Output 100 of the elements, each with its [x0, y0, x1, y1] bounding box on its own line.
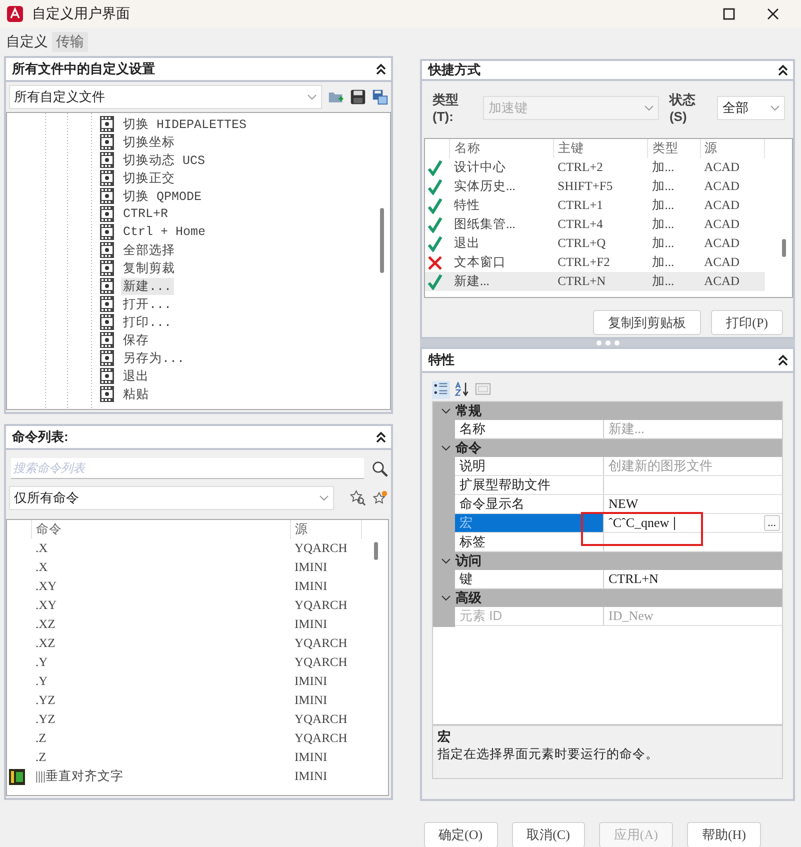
- table-cell-text: CTRL+Q: [556, 235, 607, 252]
- property-name[interactable]: 命令显示名: [455, 495, 604, 513]
- check-icon: [427, 236, 444, 252]
- column-header[interactable]: 名称: [450, 139, 554, 158]
- column-header[interactable]: 命令: [32, 520, 290, 539]
- tree-item[interactable]: 全部选择: [121, 242, 177, 258]
- table-cell-text: ACAD: [703, 178, 740, 195]
- tree-item[interactable]: 打印...: [121, 314, 174, 330]
- collapse-icon[interactable]: [777, 64, 789, 76]
- table-cell-text: IMINI: [294, 768, 328, 785]
- table-cell-text: CTRL+1: [556, 197, 604, 214]
- property-value[interactable]: ˆCˆC_qnew: [608, 514, 670, 532]
- tree-item[interactable]: 复制剪裁: [121, 260, 177, 276]
- table-cell-text: YQARCH: [294, 711, 348, 728]
- button[interactable]: 取消(C): [512, 822, 585, 847]
- column-header[interactable]: 主键: [554, 139, 648, 158]
- table-cell-text: 图纸集管...: [452, 216, 516, 233]
- collapse-icon[interactable]: [375, 431, 388, 443]
- button[interactable]: 复制到剪贴板: [593, 310, 702, 335]
- star-search-icon[interactable]: [350, 490, 366, 506]
- check-icon: [427, 198, 444, 214]
- tree-item[interactable]: 切换 QPMODE: [121, 188, 204, 204]
- command-node-icon: [99, 350, 115, 366]
- command-node-icon: [99, 116, 115, 132]
- browse-button[interactable]: ...: [764, 515, 780, 531]
- caret-icon: [319, 495, 330, 501]
- column-header[interactable]: 源: [700, 139, 765, 158]
- table-cell-text: .X: [34, 559, 49, 576]
- table-cell: 加...: [648, 158, 700, 177]
- table-cell-text: .XZ: [34, 635, 56, 652]
- collapse-caret-icon[interactable]: [441, 445, 452, 451]
- column-header[interactable]: 源: [290, 520, 362, 539]
- command-node-icon: [99, 242, 115, 258]
- command-node-icon: [99, 296, 115, 312]
- filter-select[interactable]: 仅所有命令: [9, 486, 334, 510]
- table-cell: ACAD: [700, 253, 765, 272]
- collapse-caret-icon[interactable]: [441, 558, 452, 564]
- table-cell: 加...: [648, 253, 700, 272]
- tree-item[interactable]: 切换正交: [121, 170, 177, 186]
- scrollbar-thumb[interactable]: [782, 239, 786, 257]
- tree-item[interactable]: 打开...: [121, 296, 174, 312]
- collapse-caret-icon[interactable]: [441, 408, 452, 414]
- scrollbar-thumb[interactable]: [374, 542, 378, 560]
- button[interactable]: 帮助(H): [686, 822, 761, 847]
- tree-item[interactable]: Ctrl + Home: [121, 225, 208, 239]
- table-cell-text: .XY: [34, 597, 58, 614]
- table-cell: 文本窗口: [450, 253, 554, 272]
- property-name[interactable]: 标签: [455, 533, 604, 551]
- table-cell-text: ACAD: [703, 216, 740, 233]
- caret-icon: [644, 104, 654, 110]
- command-node-icon: [99, 386, 115, 402]
- tree-item[interactable]: 另存为...: [121, 350, 187, 366]
- table-cell-text: 加...: [650, 235, 676, 252]
- check-icon: [427, 274, 444, 290]
- tree-item[interactable]: 粘贴: [121, 386, 151, 402]
- button[interactable]: 打印(P): [711, 310, 783, 335]
- file-select[interactable]: 所有自定义文件: [9, 85, 322, 109]
- button[interactable]: 确定(O): [424, 822, 498, 847]
- tree-item[interactable]: 切换 HIDEPALETTES: [121, 116, 249, 132]
- save-icon[interactable]: [350, 89, 366, 105]
- collapse-icon[interactable]: [777, 354, 789, 366]
- grip-icon: [594, 340, 621, 346]
- tree-item[interactable]: CTRL+R: [121, 207, 170, 221]
- column-header[interactable]: 类型: [648, 139, 700, 158]
- table-cell-text: IMINI: [294, 559, 328, 576]
- panel-title: 命令列表:: [12, 428, 70, 446]
- search-field[interactable]: 搜索命令列表: [11, 458, 364, 479]
- property-name[interactable]: 说明: [455, 457, 604, 475]
- collapse-caret-icon[interactable]: [441, 595, 452, 601]
- table-cell-text: IMINI: [294, 578, 328, 595]
- collapse-icon[interactable]: [375, 63, 388, 75]
- cross-icon: [427, 254, 444, 270]
- tree-item[interactable]: 新建...: [121, 278, 174, 294]
- property-value[interactable]: NEW: [608, 495, 638, 513]
- table-cell: YQARCH: [290, 539, 362, 558]
- command-node-icon: [99, 206, 115, 222]
- property-name[interactable]: 扩展型帮助文件: [455, 476, 604, 494]
- property-value[interactable]: CTRL+N: [608, 570, 658, 588]
- table-cell: ACAD: [700, 158, 765, 177]
- category-label: 高级: [455, 589, 482, 607]
- status-select[interactable]: 全部: [717, 96, 785, 120]
- table-cell-text: ACAD: [703, 197, 740, 214]
- tab[interactable]: 传输: [52, 32, 88, 52]
- command-node-icon: [99, 278, 115, 294]
- tree-item[interactable]: 切换坐标: [121, 134, 177, 150]
- property-name[interactable]: 键: [455, 570, 604, 588]
- property-name[interactable]: 名称: [455, 420, 604, 438]
- check-icon: [427, 178, 444, 194]
- command-node-icon: [99, 188, 115, 204]
- tree-item[interactable]: 保存: [121, 332, 151, 348]
- categorized-button[interactable]: [432, 381, 450, 399]
- window-title: 自定义用户界面: [32, 5, 131, 23]
- star-new-icon[interactable]: [372, 490, 388, 506]
- tree-item[interactable]: 退出: [121, 368, 151, 384]
- tree-item[interactable]: 切换动态 UCS: [121, 152, 208, 168]
- table-cell-text: 退出: [452, 235, 481, 252]
- scrollbar-thumb[interactable]: [380, 208, 384, 273]
- save-as-icon[interactable]: [372, 89, 388, 105]
- search-icon[interactable]: [372, 460, 388, 476]
- caret-icon: [770, 104, 780, 110]
